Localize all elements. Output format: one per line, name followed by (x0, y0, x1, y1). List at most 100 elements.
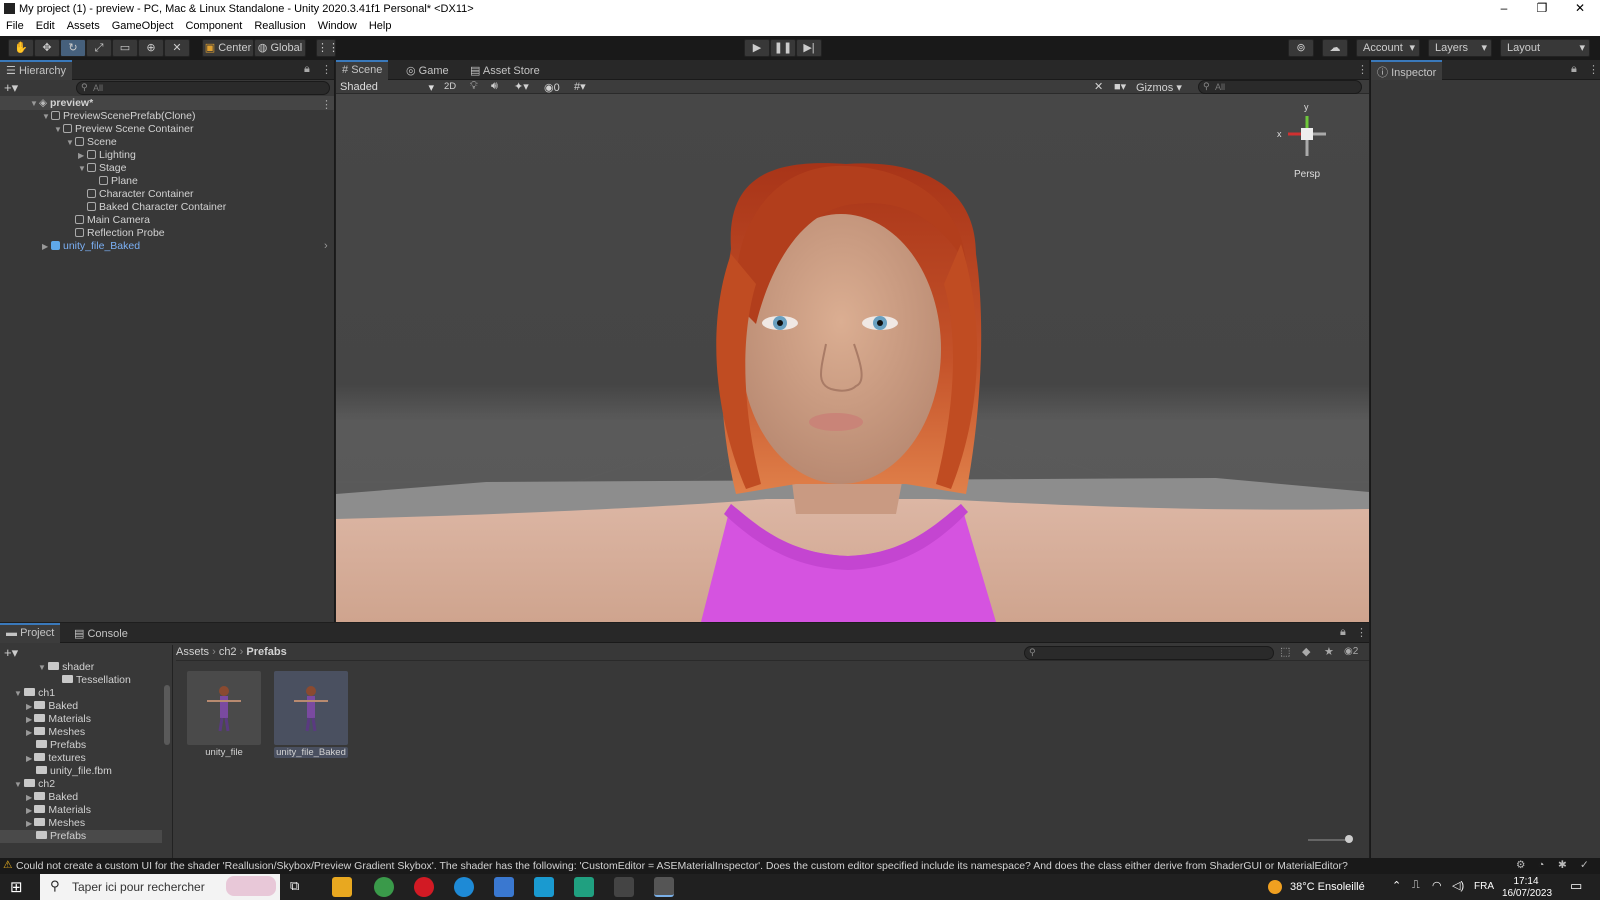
menu-reallusion[interactable]: Reallusion (248, 18, 311, 32)
menu-gameobject[interactable]: GameObject (106, 18, 180, 32)
unity-editor-icon[interactable] (654, 877, 674, 897)
tab-project[interactable]: ▬ Project (0, 623, 61, 643)
tree-item-ch1-textures[interactable]: ▶ textures (0, 752, 162, 765)
tree-item-tessellation[interactable]: Tessellation (0, 674, 162, 687)
step-button[interactable]: ▶| (796, 39, 822, 57)
chrome-icon[interactable] (374, 877, 394, 897)
grid-snap-icon[interactable]: ⋮⋮ (316, 39, 339, 57)
audio-toggle-icon[interactable]: 🔊︎ (491, 80, 498, 93)
hierarchy-row-reflection-probe[interactable]: Reflection Probe (0, 227, 334, 240)
windows-start-icon[interactable]: ⊞ (10, 878, 23, 896)
mail-icon[interactable] (494, 877, 514, 897)
app-m-green-icon[interactable] (574, 877, 594, 897)
breadcrumb-assets[interactable]: Assets (176, 646, 209, 658)
layout-dropdown[interactable]: Layout ▾ (1500, 39, 1590, 57)
hierarchy-row-scene[interactable]: ▼ Scene (0, 136, 334, 149)
volume-icon[interactable]: ◁) (1452, 879, 1464, 892)
cloud-icon[interactable]: ☁ (1322, 39, 1348, 57)
menu-help[interactable]: Help (363, 18, 398, 32)
tree-item-ch2-prefabs[interactable]: Prefabs (0, 830, 162, 843)
tools-icon[interactable]: ✕ (1094, 80, 1103, 93)
tree-item-ch1-materials[interactable]: ▶ Materials (0, 713, 162, 726)
hand-tool-icon[interactable]: ✋ (8, 39, 34, 57)
tab-asset-store[interactable]: ▤ Asset Store (464, 60, 546, 80)
kebab-menu-icon[interactable]: ⋮ (1588, 63, 1599, 76)
tree-item-ch1-prefabs[interactable]: Prefabs (0, 739, 162, 752)
menu-edit[interactable]: Edit (30, 18, 61, 32)
app-m-blue-icon[interactable] (534, 877, 554, 897)
tab-inspector[interactable]: ⓘ Inspector (1371, 60, 1443, 80)
menu-component[interactable]: Component (179, 18, 248, 32)
zoom-slider-track[interactable] (1308, 839, 1348, 841)
tree-item-ch1-baked[interactable]: ▶ Baked (0, 700, 162, 713)
tree-item-ch2[interactable]: ▼ ch2 (0, 778, 162, 791)
tree-item-shader[interactable]: ▼ shader (0, 661, 162, 674)
scale-tool-icon[interactable]: ⤢ (86, 39, 112, 57)
file-explorer-icon[interactable] (332, 877, 352, 897)
hierarchy-row-unity-file-baked[interactable]: ▶ unity_file_Baked (0, 240, 334, 253)
hierarchy-row-preview-scene-container[interactable]: ▼ Preview Scene Container (0, 123, 334, 136)
close-button[interactable]: ✕ (1562, 0, 1598, 18)
tab-game[interactable]: ◎ Game (400, 60, 455, 80)
tree-item-ch2-meshes[interactable]: ▶ Meshes (0, 817, 162, 830)
network-icon[interactable]: ⎍ (1412, 879, 1420, 892)
opera-icon[interactable] (414, 877, 434, 897)
language-indicator[interactable]: FRA (1474, 881, 1494, 892)
notification-icon[interactable]: ▭ (1570, 878, 1582, 894)
breadcrumb-ch2[interactable]: ch2 (219, 646, 237, 658)
hierarchy-row-preview[interactable]: ▼◈ preview* (0, 97, 334, 110)
layers-dropdown[interactable]: Layers ▾ (1428, 39, 1492, 57)
tab-console[interactable]: ▤ Console (68, 623, 134, 643)
asset-thumbnail[interactable] (187, 671, 261, 745)
checkmark-icon[interactable]: ✓ (1580, 859, 1589, 871)
2d-toggle[interactable]: 2D (444, 81, 456, 92)
zoom-slider-handle[interactable] (1345, 835, 1353, 843)
tab-hierarchy[interactable]: ☰ Hierarchy (0, 60, 73, 80)
move-tool-icon[interactable]: ✥ (34, 39, 60, 57)
hierarchy-search[interactable]: ⚲ All (76, 81, 330, 95)
tree-item-ch1-fbm[interactable]: unity_file.fbm (0, 765, 162, 778)
tree-item-ch2-baked[interactable]: ▶ Baked (0, 791, 162, 804)
menu-assets[interactable]: Assets (61, 18, 106, 32)
pause-button[interactable]: ❚❚ (770, 39, 796, 57)
clock-time[interactable]: 17:14 (1506, 876, 1546, 887)
tree-scrollbar[interactable] (164, 685, 170, 745)
wifi-icon[interactable]: ◠ (1432, 879, 1442, 892)
tree-item-ch1-meshes[interactable]: ▶ Meshes (0, 726, 162, 739)
tree-item-ch2-materials[interactable]: ▶ Materials (0, 804, 162, 817)
breadcrumb-prefabs[interactable]: Prefabs (246, 646, 286, 658)
ccleaner-icon[interactable] (454, 877, 474, 897)
play-button[interactable]: ▶ (744, 39, 770, 57)
shading-mode-dropdown[interactable]: Shaded ▾ (340, 81, 436, 94)
clock-date[interactable]: 16/07/2023 (1500, 888, 1554, 899)
grid-toggle-icon[interactable]: #▾ (574, 80, 586, 93)
lock-icon[interactable]: 🔒︎ (1571, 63, 1577, 76)
debug-icon[interactable]: ⚙ (1516, 859, 1525, 871)
custom-tool-icon[interactable]: ✕ (164, 39, 190, 57)
pivot-center-button[interactable]: ▣ Center (202, 39, 254, 57)
tab-scene[interactable]: # Scene (336, 60, 389, 80)
taskbar-search[interactable]: ⚲ Taper ici pour rechercher (40, 874, 280, 900)
progress-icon[interactable]: ◔ (1538, 859, 1544, 871)
task-view-icon[interactable]: ⧉ (290, 878, 299, 894)
maximize-button[interactable]: ❐ (1524, 0, 1560, 18)
minimize-button[interactable]: – (1486, 0, 1522, 18)
kebab-menu-icon[interactable]: ⋮ (1356, 626, 1367, 639)
menu-file[interactable]: File (0, 18, 30, 32)
weather-text[interactable]: 38°C Ensoleillé (1290, 881, 1365, 893)
collab-icon[interactable]: ⊚ (1288, 39, 1314, 57)
hierarchy-row-baked-character-container[interactable]: Baked Character Container (0, 201, 334, 214)
asset-thumbnail-selected[interactable] (274, 671, 348, 745)
hierarchy-row-stage[interactable]: ▼ Stage (0, 162, 334, 175)
asset-label[interactable]: unity_file (187, 747, 261, 758)
effects-toggle-icon[interactable]: ✦▾ (514, 80, 529, 93)
hierarchy-row-lighting[interactable]: ▶ Lighting (0, 149, 334, 162)
scene-search[interactable]: ⚲ All (1198, 80, 1362, 94)
hierarchy-row-plane[interactable]: Plane (0, 175, 334, 188)
status-bar[interactable]: ⚠ Could not create a custom UI for the s… (0, 858, 1600, 874)
hidden-objects-toggle[interactable]: ◉0 (544, 81, 560, 94)
light-toggle-icon[interactable]: 💡︎ (470, 80, 478, 93)
hierarchy-row-character-container[interactable]: Character Container (0, 188, 334, 201)
add-icon[interactable]: +▾ (4, 80, 18, 96)
scene-viewport[interactable]: y x Persp (336, 94, 1369, 622)
